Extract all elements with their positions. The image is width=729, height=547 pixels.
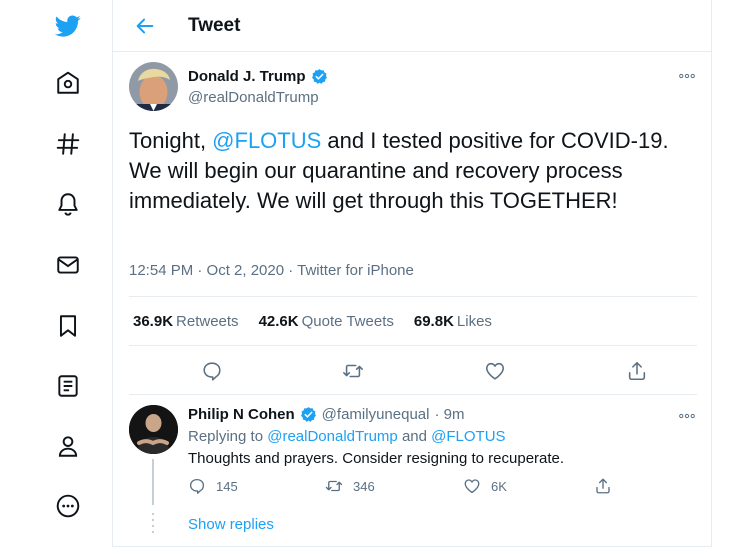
quote-tweets-count: 42.6K: [258, 312, 299, 330]
reply-button[interactable]: [200, 359, 224, 383]
tweet-actions: [129, 347, 697, 395]
reply-reply-count: 145: [216, 478, 238, 494]
retweets-stat[interactable]: 36.9K Retweets: [133, 313, 239, 330]
retweet-icon: [325, 480, 343, 492]
explore-hashtag-icon[interactable]: [44, 120, 92, 168]
retweets-count: 36.9K: [133, 312, 174, 330]
reply-author-handle[interactable]: @familyunequal: [322, 406, 430, 423]
likes-count: 69.8K: [413, 312, 454, 330]
notifications-bell-icon[interactable]: [44, 180, 92, 228]
messages-envelope-icon[interactable]: [44, 241, 92, 289]
reply-retweet-count: 346: [353, 478, 375, 494]
reply-header: Philip N Cohen @familyunequal · 9m: [188, 406, 464, 423]
home-icon[interactable]: [44, 59, 92, 107]
reply-time[interactable]: · 9m: [434, 406, 464, 423]
ellipsis-icon: [679, 73, 695, 79]
replying-prefix: Replying to: [188, 428, 268, 445]
reply-text: Thoughts and prayers. Consider resigning…: [188, 450, 565, 467]
twitter-bird-icon[interactable]: [44, 2, 92, 50]
quote-tweets-label: Quote Tweets: [301, 312, 394, 330]
reply-icon: [189, 478, 205, 494]
tweet-text: Tonight, @FLOTUS and I tested positive f…: [129, 126, 699, 216]
quote-tweets-stat[interactable]: 42.6K Quote Tweets: [259, 313, 394, 330]
share-icon: [628, 361, 646, 381]
retweet-icon: [343, 364, 363, 378]
more-icon[interactable]: [44, 482, 92, 530]
author-name[interactable]: Donald J. Trump: [188, 68, 328, 85]
tweet-stats: 36.9K Retweets 42.6K Quote Tweets 69.8K Lik…: [129, 296, 697, 346]
like-button[interactable]: [483, 359, 507, 383]
replying-mention-1[interactable]: @realDonaldTrump: [267, 428, 398, 445]
heart-icon: [485, 362, 505, 380]
tweet-timestamp[interactable]: 12:54 PM · Oct 2, 2020 · Twitter for iPh…: [129, 262, 414, 279]
reply-more-button[interactable]: [676, 406, 698, 426]
retweets-label: Retweets: [176, 312, 239, 330]
left-nav: [0, 0, 112, 547]
bookmarks-icon[interactable]: [44, 302, 92, 350]
likes-stat[interactable]: 69.8K Likes: [414, 313, 492, 330]
reply-author-avatar[interactable]: [129, 405, 178, 454]
likes-label: Likes: [456, 312, 492, 330]
page-header: Tweet: [113, 0, 711, 52]
author-handle[interactable]: @realDonaldTrump: [188, 89, 319, 106]
ellipsis-icon: [679, 413, 695, 419]
replying-mention-2[interactable]: @FLOTUS: [431, 428, 505, 445]
reply-retweet-button[interactable]: 346: [325, 477, 375, 495]
reply-author-name[interactable]: Philip N Cohen: [188, 406, 295, 423]
reply-icon: [203, 362, 221, 381]
heart-icon: [464, 479, 480, 494]
replying-and: and: [397, 428, 432, 445]
back-button[interactable]: [131, 12, 159, 40]
thread-line: [152, 459, 154, 505]
thread-dots: [152, 513, 154, 535]
lists-icon[interactable]: [44, 362, 92, 410]
reply-reply-button[interactable]: 145: [188, 477, 238, 495]
share-button[interactable]: [625, 359, 649, 383]
author-avatar[interactable]: [129, 62, 178, 111]
verified-badge-icon: [311, 69, 327, 84]
reply-like-button[interactable]: 6K: [463, 477, 507, 495]
reply-like-count: 6K: [491, 478, 507, 494]
replying-to: Replying to @realDonaldTrump and @FLOTUS: [188, 428, 506, 445]
main-column: Tweet Donald J. Trump @realDonaldTrump T…: [112, 0, 712, 547]
mention-link[interactable]: @FLOTUS: [212, 128, 321, 153]
arrow-left-icon: [136, 18, 154, 34]
profile-icon[interactable]: [44, 422, 92, 470]
reply-share-button[interactable]: [594, 477, 612, 495]
retweet-button[interactable]: [341, 359, 365, 383]
reply-tweet[interactable]: Philip N Cohen @familyunequal · 9m Reply…: [113, 395, 711, 547]
tweet-text-part: Tonight,: [129, 128, 213, 153]
page-title: Tweet: [188, 15, 241, 36]
verified-badge-icon: [300, 407, 316, 422]
show-replies-link[interactable]: Show replies: [188, 516, 274, 533]
tweet-more-button[interactable]: [676, 66, 698, 86]
author-name-text: Donald J. Trump: [188, 68, 306, 85]
share-icon: [596, 478, 610, 494]
